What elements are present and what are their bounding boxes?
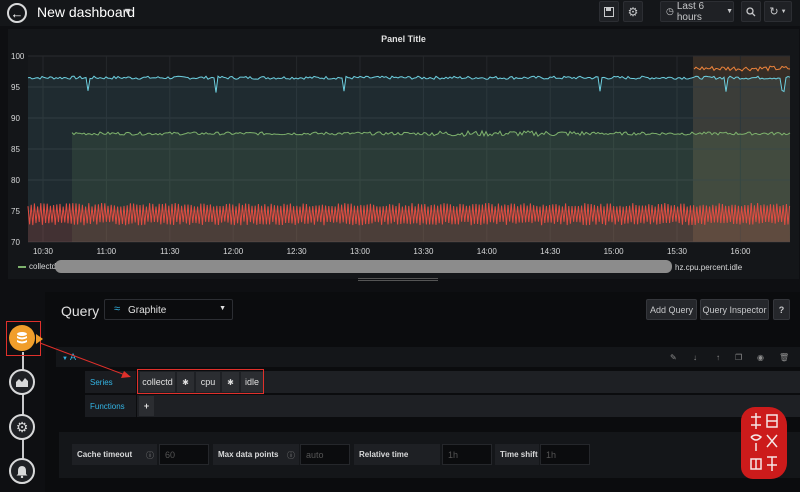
red-seal-stamp bbox=[741, 407, 787, 479]
relative-time-input[interactable]: 1h bbox=[442, 444, 492, 465]
cache-timeout-label: Cache timeout bbox=[72, 444, 157, 465]
time-shift-input[interactable]: 1h bbox=[540, 444, 590, 465]
time-shift-label: Time shift bbox=[495, 444, 539, 465]
cache-timeout-input[interactable]: 60 bbox=[159, 444, 209, 465]
seal-glyphs bbox=[750, 413, 778, 471]
info-icon[interactable]: ⓘ bbox=[287, 450, 295, 461]
annotation-arrow bbox=[39, 342, 131, 378]
info-icon[interactable]: ⓘ bbox=[146, 450, 154, 461]
max-data-points-input[interactable]: auto bbox=[300, 444, 350, 465]
relative-time-label: Relative time bbox=[354, 444, 440, 465]
